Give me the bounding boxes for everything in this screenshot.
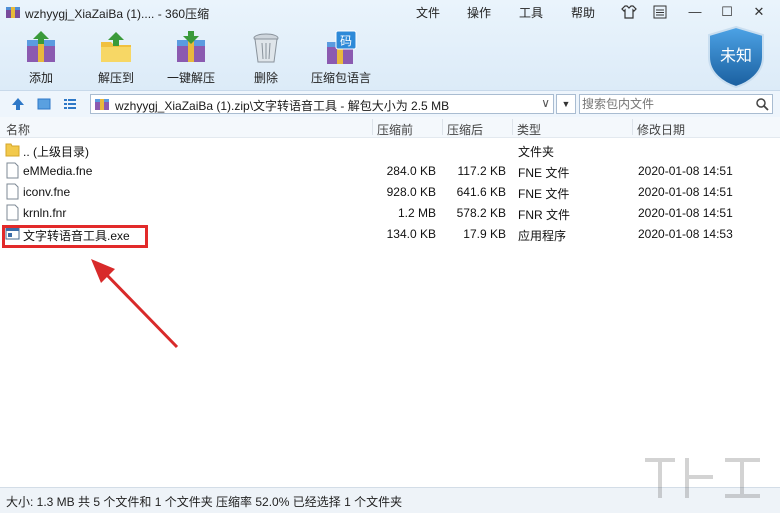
column-divider[interactable] xyxy=(372,119,373,135)
column-size-before[interactable]: 压缩前 xyxy=(377,121,413,138)
menu-file[interactable]: 文件 xyxy=(416,4,440,21)
skin-button[interactable] xyxy=(618,2,640,22)
delete-button[interactable]: 删除 xyxy=(231,30,301,86)
file-icon xyxy=(6,204,19,221)
security-shield[interactable]: 未知 xyxy=(705,25,767,89)
row-date: 2020-01-08 14:51 xyxy=(638,164,733,178)
app-logo-icon xyxy=(6,7,20,18)
title-bar: wzhyygj_XiaZaiBa (1).... - 360压缩 文件 操作 工… xyxy=(0,0,780,24)
list-view-icon[interactable] xyxy=(62,96,78,112)
row-type: FNE 文件 xyxy=(518,187,570,201)
thumbnail-view-icon[interactable] xyxy=(36,96,52,112)
row-type: FNE 文件 xyxy=(518,166,570,180)
row-type: FNR 文件 xyxy=(518,208,570,222)
one-click-extract-label: 一键解压 xyxy=(166,71,215,85)
search-input[interactable] xyxy=(582,96,742,111)
table-row[interactable]: .. (上级目录) 文件夹 xyxy=(0,139,780,160)
table-row[interactable]: eMMedia.fne 284.0 KB 117.2 KB FNE 文件 202… xyxy=(0,160,780,181)
add-archive-icon xyxy=(27,31,55,62)
row-type: 文件夹 xyxy=(518,145,555,159)
column-name[interactable]: 名称 xyxy=(6,121,30,138)
watermark-logo-icon xyxy=(645,458,760,498)
row-size-before: 928.0 KB xyxy=(386,185,436,199)
path-dropdown-icon[interactable]: ∨ xyxy=(541,96,550,110)
folder-icon xyxy=(5,143,20,157)
zip-archive-icon xyxy=(95,99,109,110)
menu-help[interactable]: 帮助 xyxy=(571,4,595,21)
maximize-button[interactable]: ☐ xyxy=(716,2,738,22)
search-box xyxy=(579,94,773,114)
row-name: eMMedia.fne xyxy=(23,164,93,178)
row-name: krnln.fnr xyxy=(23,206,67,220)
row-size-before: 1.2 MB xyxy=(397,206,436,220)
row-date: 2020-01-08 14:51 xyxy=(638,206,733,220)
shirt-icon xyxy=(621,5,637,19)
encoding-button[interactable]: 码 压缩包语言 xyxy=(306,30,376,86)
chevron-down-icon: ▼ xyxy=(561,99,571,109)
path-text: wzhyygj_XiaZaiBa (1).zip\文字转语音工具 - 解包大小为… xyxy=(115,99,450,113)
table-row[interactable]: krnln.fnr 1.2 MB 578.2 KB FNR 文件 2020-01… xyxy=(0,202,780,223)
maximize-icon: ☐ xyxy=(721,4,733,19)
shield-text: 未知 xyxy=(720,46,752,65)
row-name: .. (上级目录) xyxy=(23,145,89,159)
delete-label: 删除 xyxy=(253,71,278,85)
column-date[interactable]: 修改日期 xyxy=(637,121,685,138)
row-size-before: 134.0 KB xyxy=(386,227,436,241)
column-divider[interactable] xyxy=(512,119,513,135)
add-button[interactable]: 添加 xyxy=(6,30,76,86)
list-header: 名称 压缩前 压缩后 类型 修改日期 xyxy=(0,117,780,138)
up-arrow-icon[interactable] xyxy=(10,96,26,112)
encoding-label: 压缩包语言 xyxy=(310,71,371,85)
close-button[interactable]: ✕ xyxy=(748,2,770,22)
extract-to-icon xyxy=(101,32,131,62)
menu-button[interactable] xyxy=(649,2,671,22)
annotation-arrow-icon xyxy=(91,259,179,349)
menu-tools[interactable]: 工具 xyxy=(519,4,543,21)
row-size-after: 17.9 KB xyxy=(463,227,506,241)
encoding-badge: 码 xyxy=(340,34,352,48)
column-divider[interactable] xyxy=(442,119,443,135)
column-type[interactable]: 类型 xyxy=(517,121,541,138)
shield-icon: 未知 xyxy=(708,25,764,89)
column-divider[interactable] xyxy=(632,119,633,135)
extract-to-label: 解压到 xyxy=(97,71,134,85)
window-title: wzhyygj_XiaZaiBa (1).... - 360压缩 xyxy=(25,7,210,21)
row-size-after: 641.6 KB xyxy=(456,185,506,199)
file-icon xyxy=(6,162,19,179)
one-click-extract-button[interactable]: 一键解压 xyxy=(156,30,226,86)
address-bar: wzhyygj_XiaZaiBa (1).zip\文字转语音工具 - 解包大小为… xyxy=(0,90,780,118)
history-dropdown-button[interactable]: ▼ xyxy=(556,94,576,114)
search-icon[interactable] xyxy=(755,97,769,111)
highlight-box xyxy=(2,225,148,248)
top-area: wzhyygj_XiaZaiBa (1).... - 360压缩 文件 操作 工… xyxy=(0,0,780,90)
table-row[interactable]: iconv.fne 928.0 KB 641.6 KB FNE 文件 2020-… xyxy=(0,181,780,202)
extract-to-button[interactable]: 解压到 xyxy=(81,30,151,86)
add-label: 添加 xyxy=(28,71,53,85)
row-size-after: 117.2 KB xyxy=(457,164,506,178)
row-name: iconv.fne xyxy=(23,185,71,199)
encoding-icon: 码 xyxy=(327,30,357,64)
row-date: 2020-01-08 14:53 xyxy=(638,227,733,241)
menu-operate[interactable]: 操作 xyxy=(467,4,491,21)
trash-icon xyxy=(253,33,279,63)
minimize-button[interactable]: — xyxy=(684,2,706,22)
close-icon: ✕ xyxy=(753,4,765,19)
file-icon xyxy=(6,183,19,200)
row-size-before: 284.0 KB xyxy=(386,164,436,178)
status-text: 大小: 1.3 MB 共 5 个文件和 1 个文件夹 压缩率 52.0% 已经选… xyxy=(6,495,403,509)
path-field[interactable]: wzhyygj_XiaZaiBa (1).zip\文字转语音工具 - 解包大小为… xyxy=(90,94,554,114)
column-size-after[interactable]: 压缩后 xyxy=(447,121,483,138)
row-date: 2020-01-08 14:51 xyxy=(638,185,733,199)
row-size-after: 578.2 KB xyxy=(456,206,506,220)
menu-lines-icon xyxy=(653,5,667,19)
minimize-icon: — xyxy=(688,4,702,19)
app-window: wzhyygj_XiaZaiBa (1).... - 360压缩 文件 操作 工… xyxy=(0,0,780,513)
one-click-extract-icon xyxy=(177,31,205,62)
row-type: 应用程序 xyxy=(518,229,567,243)
